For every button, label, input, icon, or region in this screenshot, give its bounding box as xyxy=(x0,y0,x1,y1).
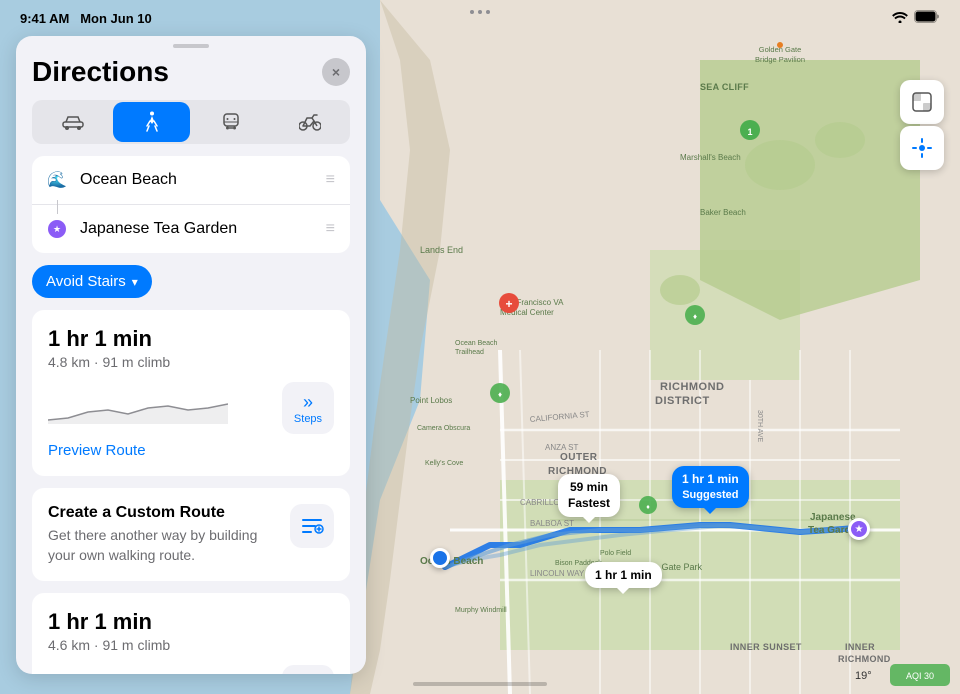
route-2-steps-button[interactable]: » Steps xyxy=(282,665,334,674)
map-controls xyxy=(900,80,944,170)
custom-route-description: Get there another way by building your o… xyxy=(48,526,278,565)
svg-text:♦: ♦ xyxy=(693,312,697,321)
route-1-time: 1 hr 1 min xyxy=(48,326,334,352)
callout-fastest[interactable]: 59 min Fastest xyxy=(558,474,620,517)
svg-text:RICHMOND: RICHMOND xyxy=(838,654,891,664)
routes-scroll[interactable]: 1 hr 1 min 4.8 km · 91 m climb » Steps P… xyxy=(16,310,366,674)
callout-bottom[interactable]: 1 hr 1 min xyxy=(585,562,662,588)
origin-row[interactable]: 🌊 Ocean Beach ≡ xyxy=(32,156,350,205)
transport-car-button[interactable] xyxy=(34,102,111,142)
chevron-down-icon: ▾ xyxy=(132,275,138,289)
svg-text:Polo Field: Polo Field xyxy=(600,550,631,557)
avoid-stairs-button[interactable]: Avoid Stairs ▾ xyxy=(32,265,152,298)
wifi-icon xyxy=(892,11,908,26)
svg-text:SEA CLIFF: SEA CLIFF xyxy=(700,82,749,92)
custom-route-title: Create a Custom Route xyxy=(48,504,278,522)
svg-text:LINCOLN WAY: LINCOLN WAY xyxy=(530,569,585,578)
home-indicator xyxy=(413,682,547,686)
map-type-button[interactable] xyxy=(900,80,944,124)
transport-modes xyxy=(32,100,350,144)
route-2-meta: 4.6 km · 91 m climb xyxy=(48,637,334,653)
custom-route-text: Create a Custom Route Get there another … xyxy=(48,504,278,565)
svg-text:INNER SUNSET: INNER SUNSET xyxy=(730,642,802,652)
avoid-stairs-label: Avoid Stairs xyxy=(46,273,126,290)
location-inputs: 🌊 Ocean Beach ≡ ★ Japanese Tea Garden ≡ xyxy=(32,156,350,253)
svg-text:Murphy Windmill: Murphy Windmill xyxy=(455,607,507,614)
svg-text:INNER: INNER xyxy=(845,642,875,652)
svg-text:Ocean Beach: Ocean Beach xyxy=(455,340,498,347)
battery-icon xyxy=(914,10,940,26)
origin-pin xyxy=(430,548,450,568)
svg-text:Baker Beach: Baker Beach xyxy=(700,208,746,217)
origin-drag-handle[interactable]: ≡ xyxy=(326,171,336,189)
transport-walk-button[interactable] xyxy=(113,102,190,142)
directions-panel: Directions × xyxy=(16,36,366,674)
svg-text:Point Lobos: Point Lobos xyxy=(410,396,452,405)
svg-text:AQI 30: AQI 30 xyxy=(906,671,934,681)
svg-text:Marshall's Beach: Marshall's Beach xyxy=(680,153,741,162)
close-button[interactable]: × xyxy=(322,58,350,86)
transport-transit-button[interactable] xyxy=(192,102,269,142)
panel-header: Directions × xyxy=(16,52,366,100)
svg-text:OUTER: OUTER xyxy=(560,452,598,463)
star-icon: ★ xyxy=(48,220,66,238)
svg-text:Lands End: Lands End xyxy=(420,245,463,255)
svg-text:BALBOA ST: BALBOA ST xyxy=(530,519,574,528)
status-bar: 9:41 AM Mon Jun 10 xyxy=(0,0,960,36)
destination-pin: ★ xyxy=(848,518,870,540)
status-time: 9:41 AM Mon Jun 10 xyxy=(20,11,152,26)
route-1-preview-link[interactable]: Preview Route xyxy=(48,442,146,459)
route-card-1: 1 hr 1 min 4.8 km · 91 m climb » Steps P… xyxy=(32,310,350,476)
destination-row[interactable]: ★ Japanese Tea Garden ≡ xyxy=(32,205,350,253)
status-right xyxy=(892,10,940,26)
route-1-meta: 4.8 km · 91 m climb xyxy=(48,354,334,370)
svg-text:+: + xyxy=(505,297,512,311)
route-1-elevation xyxy=(48,392,270,424)
custom-route-card[interactable]: Create a Custom Route Get there another … xyxy=(32,488,350,581)
svg-text:Kelly's Cove: Kelly's Cove xyxy=(425,460,463,467)
origin-icon: 🌊 xyxy=(46,169,68,191)
destination-label: Japanese Tea Garden xyxy=(80,220,314,238)
svg-text:Camera Obscura: Camera Obscura xyxy=(417,425,470,432)
svg-text:RICHMOND: RICHMOND xyxy=(660,381,725,393)
svg-text:♦: ♦ xyxy=(646,504,650,511)
custom-route-icon-button[interactable] xyxy=(290,504,334,548)
my-location-button[interactable] xyxy=(900,126,944,170)
transport-bike-button[interactable] xyxy=(271,102,348,142)
svg-text:30TH AVE: 30TH AVE xyxy=(756,410,763,442)
svg-text:Trailhead: Trailhead xyxy=(455,349,484,356)
panel-title: Directions xyxy=(32,56,169,88)
route-2-time: 1 hr 1 min xyxy=(48,609,334,635)
destination-icon: ★ xyxy=(46,218,68,240)
svg-text:♦: ♦ xyxy=(498,390,502,399)
filters-row: Avoid Stairs ▾ xyxy=(16,265,366,310)
svg-text:DISTRICT: DISTRICT xyxy=(655,395,710,407)
destination-drag-handle[interactable]: ≡ xyxy=(326,220,336,238)
steps-label: Steps xyxy=(294,413,322,425)
svg-text:19°: 19° xyxy=(855,670,872,682)
svg-text:ANZA ST: ANZA ST xyxy=(545,443,578,452)
callout-suggested[interactable]: 1 hr 1 min Suggested xyxy=(672,466,749,508)
drag-handle[interactable] xyxy=(173,44,209,48)
route-1-steps-button[interactable]: » Steps xyxy=(282,382,334,434)
chevron-right-icon: » xyxy=(303,392,313,413)
origin-label: Ocean Beach xyxy=(80,171,314,189)
svg-text:1: 1 xyxy=(747,127,752,137)
route-card-2: 1 hr 1 min 4.6 km · 91 m climb » Steps P… xyxy=(32,593,350,674)
svg-text:Bridge Pavilion: Bridge Pavilion xyxy=(755,55,805,64)
